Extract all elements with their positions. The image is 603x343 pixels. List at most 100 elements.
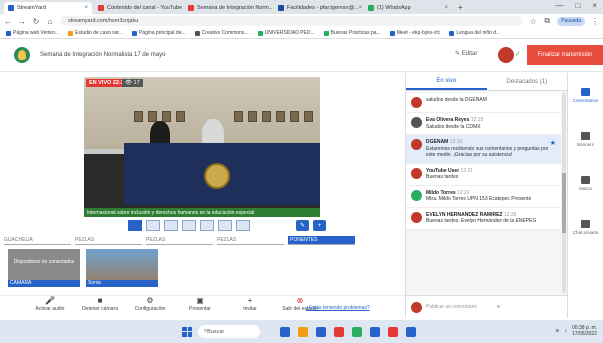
bookmark-item[interactable]: Creative Commons...	[194, 30, 249, 36]
taskbar-app-icon[interactable]	[334, 326, 344, 337]
bookmark-item[interactable]: Meet - ekp-bykv-xfc	[389, 30, 440, 36]
overlay-slot[interactable]: PEZLAS	[146, 236, 213, 245]
comment-item[interactable]: EVELYN HERNANDEZ RAMIREZ 12:25 Buenas tar…	[406, 207, 561, 230]
reload-icon[interactable]: ↻	[32, 17, 40, 26]
check-icon: ✓	[515, 51, 521, 58]
url-field[interactable]: streamyard.com/hsm3cnjaku	[60, 16, 524, 26]
layout-thin[interactable]	[146, 220, 160, 231]
layout-side[interactable]	[200, 220, 214, 231]
bookmark-label: Página principal de...	[138, 30, 186, 36]
sidebar-item-banner[interactable]: Banners	[568, 117, 603, 161]
edit-button[interactable]: ✎ Editar	[455, 50, 477, 57]
viewer-count-value: 17	[133, 80, 140, 86]
help-link[interactable]: ¿Estás teniendo problemas?	[306, 305, 370, 311]
overlay-slot[interactable]: GUACHELIA	[4, 236, 71, 245]
bookmark-item[interactable]: UNIVERSIDAD PED...	[257, 30, 315, 36]
taskbar-app-icon[interactable]	[298, 326, 308, 337]
avatar	[411, 189, 422, 201]
taskbar-app-icon[interactable]	[352, 326, 362, 337]
comment-item[interactable]: YouTube User 12:21 Buenas tardes	[406, 163, 561, 186]
profile-button[interactable]: Pausada	[557, 16, 585, 26]
home-icon[interactable]: ⌂	[46, 17, 54, 26]
star-icon[interactable]: ★	[550, 139, 556, 147]
comment-item[interactable]: Mildo Torres 12:22 Mtra. Mildo Torres UPN…	[406, 185, 561, 208]
layout-pip[interactable]	[236, 220, 250, 231]
bookmark-item[interactable]: Lengua del niño d...	[449, 30, 500, 36]
clock[interactable]: 00:38 p. m. 17/05/2022	[572, 325, 597, 337]
layout-leader[interactable]	[182, 220, 196, 231]
close-icon[interactable]: ×	[359, 5, 362, 11]
tab-live[interactable]: En vivo	[406, 73, 487, 90]
bookmark-label: Creative Commons...	[201, 30, 249, 36]
layout-full[interactable]	[218, 220, 232, 231]
avatar	[411, 139, 422, 150]
address-bar: ← → ↻ ⌂ streamyard.com/hsm3cnjaku ☆ ⧉ Pa…	[0, 14, 603, 28]
scrollbar[interactable]	[562, 93, 566, 293]
finish-broadcast-button[interactable]: Finalizar transmisión	[527, 45, 603, 65]
camera-tile[interactable]: Dispositivos no conectados CAMARA	[8, 249, 80, 287]
minimize-icon[interactable]: —	[555, 1, 563, 10]
tab-featured[interactable]: Destacados (1)	[487, 73, 568, 90]
taskbar-app-icon[interactable]	[406, 326, 416, 337]
browser-tab[interactable]: Facilidades - pfar.tgemsn@... ×	[274, 2, 362, 14]
invite-button[interactable]: + Invitar	[225, 296, 275, 318]
comment-item[interactable]: DGENAM 12:16 Estaremos recibiendo sus com…	[406, 135, 561, 164]
maximize-icon[interactable]: □	[575, 1, 580, 10]
avatar[interactable]	[498, 47, 514, 63]
comment-item[interactable]: Eva Olivera Reyes 12:15 Saludos desde la …	[406, 113, 561, 135]
new-tab-icon[interactable]: +	[458, 3, 463, 12]
taskbar-search[interactable]: ⌕ Buscar	[198, 325, 260, 338]
taskbar-search-label: Buscar	[207, 328, 225, 335]
browser-tab[interactable]: StreamYard ×	[4, 2, 92, 14]
present-button[interactable]: ▣ Presentar	[175, 296, 225, 318]
camera-tile[interactable]: Sonia	[86, 249, 158, 287]
comment-input[interactable]: Publicar un comentario	[426, 304, 493, 310]
bookmark-item[interactable]: Estudio de caso sar...	[68, 30, 123, 36]
menu-icon[interactable]: ⋮	[591, 17, 599, 26]
sidebar-item-chat[interactable]: Comentarios	[568, 73, 603, 117]
camera-button[interactable]: ■ Detener cámara	[75, 296, 125, 318]
bookmark-item[interactable]: Página principal de...	[131, 30, 186, 36]
mic-off-button[interactable]: 🎤 Activar audio	[25, 296, 75, 318]
taskbar-app-icon[interactable]	[280, 326, 290, 337]
browser-tab[interactable]: Contenido del canal - YouTube×	[94, 2, 182, 14]
avatar	[411, 167, 422, 179]
close-icon[interactable]: ×	[592, 1, 597, 10]
wifi-icon[interactable]: ≋	[555, 328, 559, 334]
volume-icon[interactable]: ♪	[564, 328, 567, 334]
sidebar-item-brand[interactable]: Marca	[568, 161, 603, 205]
comment-body: Eva Olivera Reyes 12:15 Saludos desde la …	[426, 117, 556, 130]
comment-text: Buenas tardes	[426, 174, 459, 180]
gear-button[interactable]: ⚙ Configuración	[125, 296, 175, 318]
send-icon[interactable]: ➤	[497, 304, 564, 310]
add-icon[interactable]: +	[313, 220, 326, 231]
avatar	[411, 117, 422, 128]
browser-tab[interactable]: (1) WhatsApp ×	[364, 2, 452, 14]
comment-body: YouTube User 12:21 Buenas tardes	[426, 168, 556, 181]
comment-body: EVELYN HERNANDEZ RAMIREZ 12:25 Buenas tar…	[426, 212, 556, 225]
comment-author-name: Eva Olivera Reyes	[426, 117, 470, 123]
edit-icon[interactable]: ✎	[296, 220, 309, 231]
bookmark-item[interactable]: Buenas Prácticas pa...	[323, 30, 381, 36]
overlay-slot[interactable]: PONENTES	[288, 236, 355, 245]
comment-time: 12:15	[470, 117, 484, 123]
forward-icon[interactable]: →	[18, 17, 26, 26]
browser-tab[interactable]: Semana de Integración Norm...×	[184, 2, 272, 14]
taskbar-app-icon[interactable]	[316, 326, 326, 337]
back-icon[interactable]: ←	[4, 17, 12, 26]
close-icon[interactable]: ×	[84, 5, 88, 11]
windows-start-icon[interactable]	[182, 326, 192, 337]
layout-solo[interactable]	[128, 220, 142, 231]
tab-label: (1) WhatsApp	[377, 5, 411, 11]
extensions-icon[interactable]: ⧉	[543, 16, 551, 26]
close-icon[interactable]: ×	[444, 5, 448, 11]
overlay-slot[interactable]: PEZLAS	[75, 236, 142, 245]
star-icon[interactable]: ☆	[529, 17, 537, 26]
layout-group[interactable]	[164, 220, 178, 231]
bookmark-item[interactable]: Página web Verten...	[6, 30, 59, 36]
sidebar-item-private-chat[interactable]: Chat privado	[568, 205, 603, 249]
taskbar-app-icon[interactable]	[370, 326, 380, 337]
comment-item[interactable]: saludos desde la DGENAM	[406, 93, 561, 113]
taskbar-app-icon[interactable]	[388, 326, 398, 337]
overlay-slot[interactable]: PEZLAS	[217, 236, 284, 245]
